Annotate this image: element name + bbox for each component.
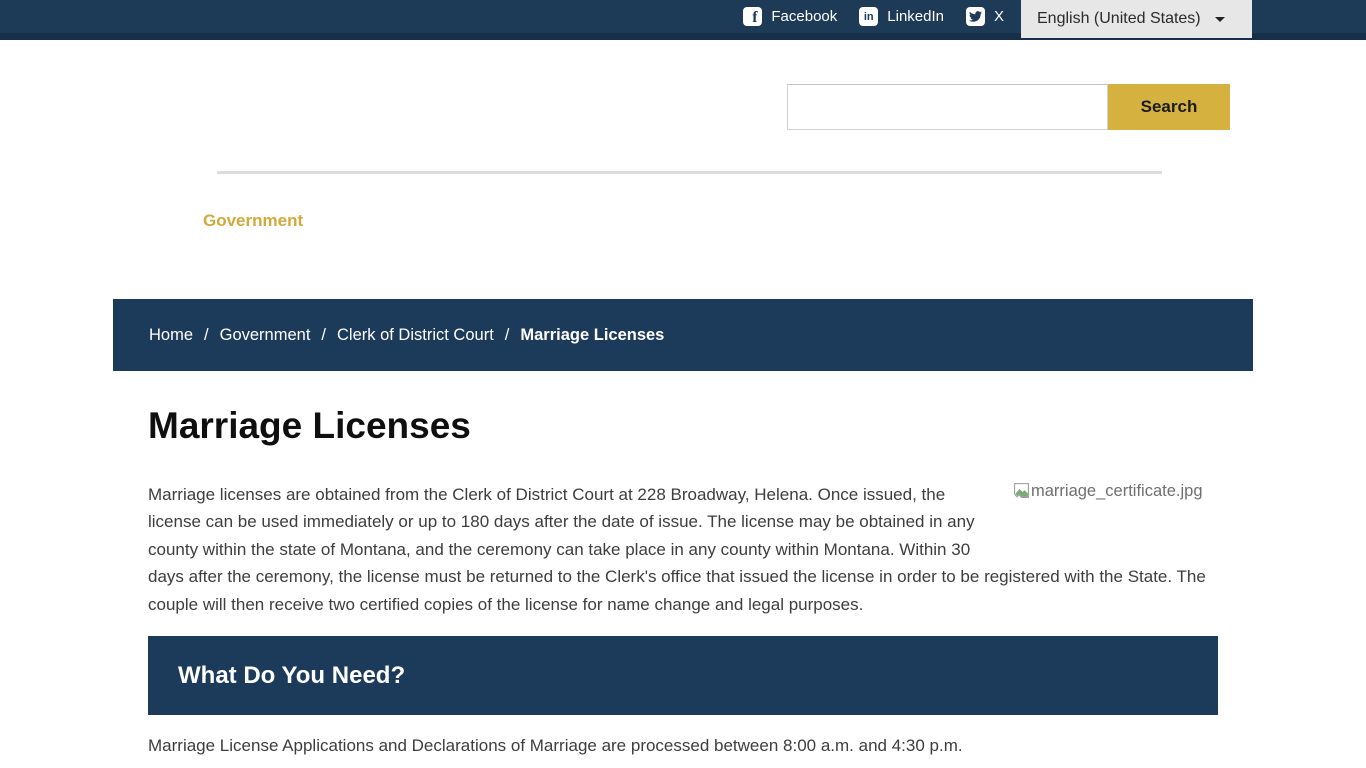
page-title: Marriage Licenses bbox=[148, 403, 1218, 449]
section-banner: What Do You Need? bbox=[148, 636, 1218, 715]
twitter-bird-icon bbox=[966, 7, 985, 26]
linkedin-icon: in bbox=[859, 7, 878, 26]
breadcrumb: Home / Government / Clerk of District Co… bbox=[113, 299, 1253, 371]
facebook-link[interactable]: f Facebook bbox=[743, 7, 837, 26]
facebook-label: Facebook bbox=[771, 8, 837, 25]
breadcrumb-separator: / bbox=[321, 326, 326, 345]
intro-paragraph: marriage_certificate.jpg Marriage licens… bbox=[148, 481, 1218, 618]
breadcrumb-separator: / bbox=[505, 326, 510, 345]
caret-down-icon bbox=[1215, 17, 1225, 22]
linkedin-label: LinkedIn bbox=[887, 8, 944, 25]
facebook-icon: f bbox=[743, 7, 762, 26]
broken-image-alt-text: marriage_certificate.jpg bbox=[1031, 482, 1203, 500]
breadcrumb-link-clerk-of-district-court[interactable]: Clerk of District Court bbox=[337, 326, 494, 345]
topbar: f Facebook in LinkedIn X English (United… bbox=[0, 0, 1366, 40]
breadcrumb-current-page: Marriage Licenses bbox=[520, 326, 664, 345]
broken-image-placeholder: marriage_certificate.jpg bbox=[1013, 481, 1218, 563]
breadcrumb-separator: / bbox=[204, 326, 209, 345]
nav-item-government[interactable]: Government bbox=[203, 211, 303, 231]
breadcrumb-link-home[interactable]: Home bbox=[149, 326, 193, 345]
search-input[interactable] bbox=[787, 84, 1108, 130]
broken-image-icon bbox=[1013, 482, 1030, 499]
main-content: Marriage Licenses marriage_certificate.j… bbox=[148, 403, 1218, 757]
language-select[interactable]: English (United States) bbox=[1021, 0, 1252, 38]
language-selected-value: English (United States) bbox=[1037, 10, 1201, 28]
search-button[interactable]: Search bbox=[1108, 84, 1230, 130]
breadcrumb-link-government[interactable]: Government bbox=[220, 326, 311, 345]
hours-text: Marriage License Applications and Declar… bbox=[148, 735, 1218, 757]
header-divider bbox=[217, 171, 1162, 174]
x-label: X bbox=[994, 8, 1004, 25]
section-header: What Do You Need? bbox=[178, 662, 405, 690]
x-link[interactable]: X bbox=[966, 7, 1004, 26]
linkedin-link[interactable]: in LinkedIn bbox=[859, 7, 944, 26]
